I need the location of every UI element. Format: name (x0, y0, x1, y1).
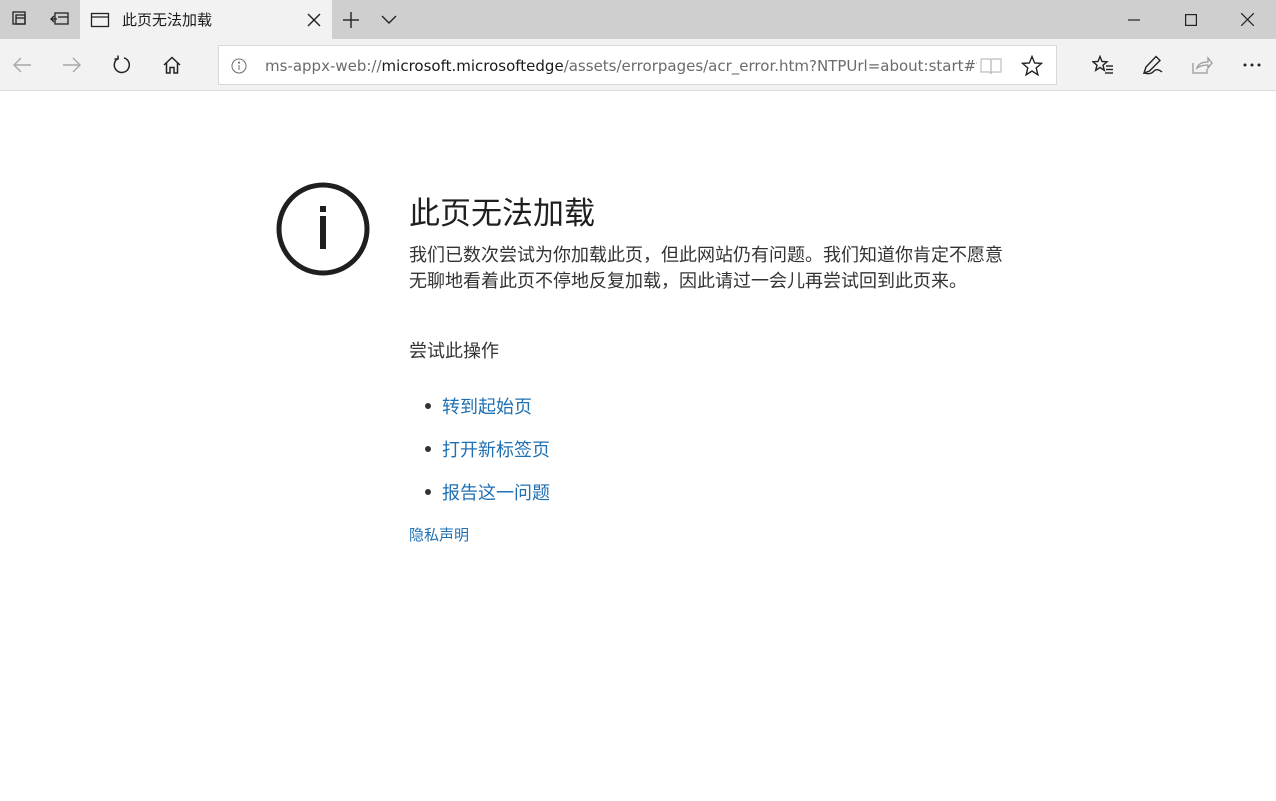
forward-arrow-icon (63, 57, 81, 73)
address-bar[interactable]: ms-appx-web://microsoft.microsoftedge/as… (218, 45, 1057, 85)
bullet (425, 402, 431, 409)
home-icon (163, 56, 181, 74)
new-tab-button[interactable] (332, 0, 370, 39)
favorites-icon (1092, 55, 1113, 74)
info-icon (276, 182, 370, 276)
active-tab[interactable]: 此页无法加载 (80, 0, 332, 39)
refresh-icon (113, 55, 131, 74)
share-button[interactable] (1180, 44, 1224, 86)
site-info-icon[interactable] (229, 56, 249, 76)
plus-icon (343, 11, 359, 28)
bullet (425, 445, 431, 452)
url-host: microsoft.microsoftedge (381, 57, 564, 75)
list-item: 转到起始页 (409, 384, 550, 427)
privacy-statement-link[interactable]: 隐私声明 (409, 524, 469, 545)
forward-button[interactable] (50, 44, 94, 86)
close-icon (307, 13, 321, 26)
settings-more-button[interactable] (1230, 44, 1274, 86)
maximize-button[interactable] (1162, 0, 1219, 39)
open-new-tab-link[interactable]: 打开新标签页 (442, 436, 550, 462)
report-issue-link[interactable]: 报告这一问题 (442, 479, 550, 505)
url-scheme: ms-appx-web:// (265, 57, 382, 75)
tab-close-button[interactable] (296, 0, 332, 39)
chevron-down-icon (381, 15, 397, 24)
action-list: 转到起始页 打开新标签页 报告这一问题 (409, 384, 550, 513)
url-text[interactable]: ms-appx-web://microsoft.microsoftedge/as… (265, 56, 977, 76)
more-icon (1243, 63, 1261, 67)
list-item: 报告这一问题 (409, 470, 550, 513)
tab-title: 此页无法加载 (122, 11, 213, 29)
minimize-icon (1127, 18, 1140, 21)
back-button[interactable] (0, 44, 44, 86)
window-close-button[interactable] (1219, 0, 1276, 39)
error-page: 此页无法加载 我们已数次尝试为你加载此页，但此网站仍有问题。我们知道你肯定不愿意… (0, 92, 1276, 801)
home-button[interactable] (150, 44, 194, 86)
list-item: 打开新标签页 (409, 427, 550, 470)
reading-view-icon[interactable] (979, 55, 1003, 77)
tabs-aside-icon (11, 9, 29, 31)
back-arrow-icon (13, 57, 31, 73)
page-icon (90, 10, 110, 30)
navigation-bar: ms-appx-web://microsoft.microsoftedge/as… (0, 39, 1276, 91)
refresh-button[interactable] (100, 44, 144, 86)
maximize-icon (1184, 13, 1197, 26)
error-title: 此页无法加载 (409, 196, 595, 232)
set-tabs-aside-button[interactable] (40, 0, 80, 39)
title-bar: 此页无法加载 (0, 0, 1276, 39)
minimize-button[interactable] (1105, 0, 1162, 39)
tab-list-button[interactable] (370, 0, 408, 39)
set-tabs-aside-icon (50, 9, 70, 31)
bullet (425, 488, 431, 495)
pen-icon (1142, 55, 1163, 75)
try-heading: 尝试此操作 (409, 341, 499, 362)
close-icon (1241, 13, 1254, 26)
web-note-button[interactable] (1130, 44, 1174, 86)
share-icon (1192, 56, 1213, 74)
tabs-aside-button[interactable] (0, 0, 40, 39)
url-path: /assets/errorpages/acr_error.htm?NTPUrl=… (563, 57, 977, 75)
favorite-star-icon[interactable] (1019, 54, 1045, 78)
favorites-hub-button[interactable] (1081, 44, 1125, 86)
go-to-start-page-link[interactable]: 转到起始页 (442, 393, 532, 419)
error-description: 我们已数次尝试为你加载此页，但此网站仍有问题。我们知道你肯定不愿意无聊地看着此页… (409, 245, 1003, 292)
